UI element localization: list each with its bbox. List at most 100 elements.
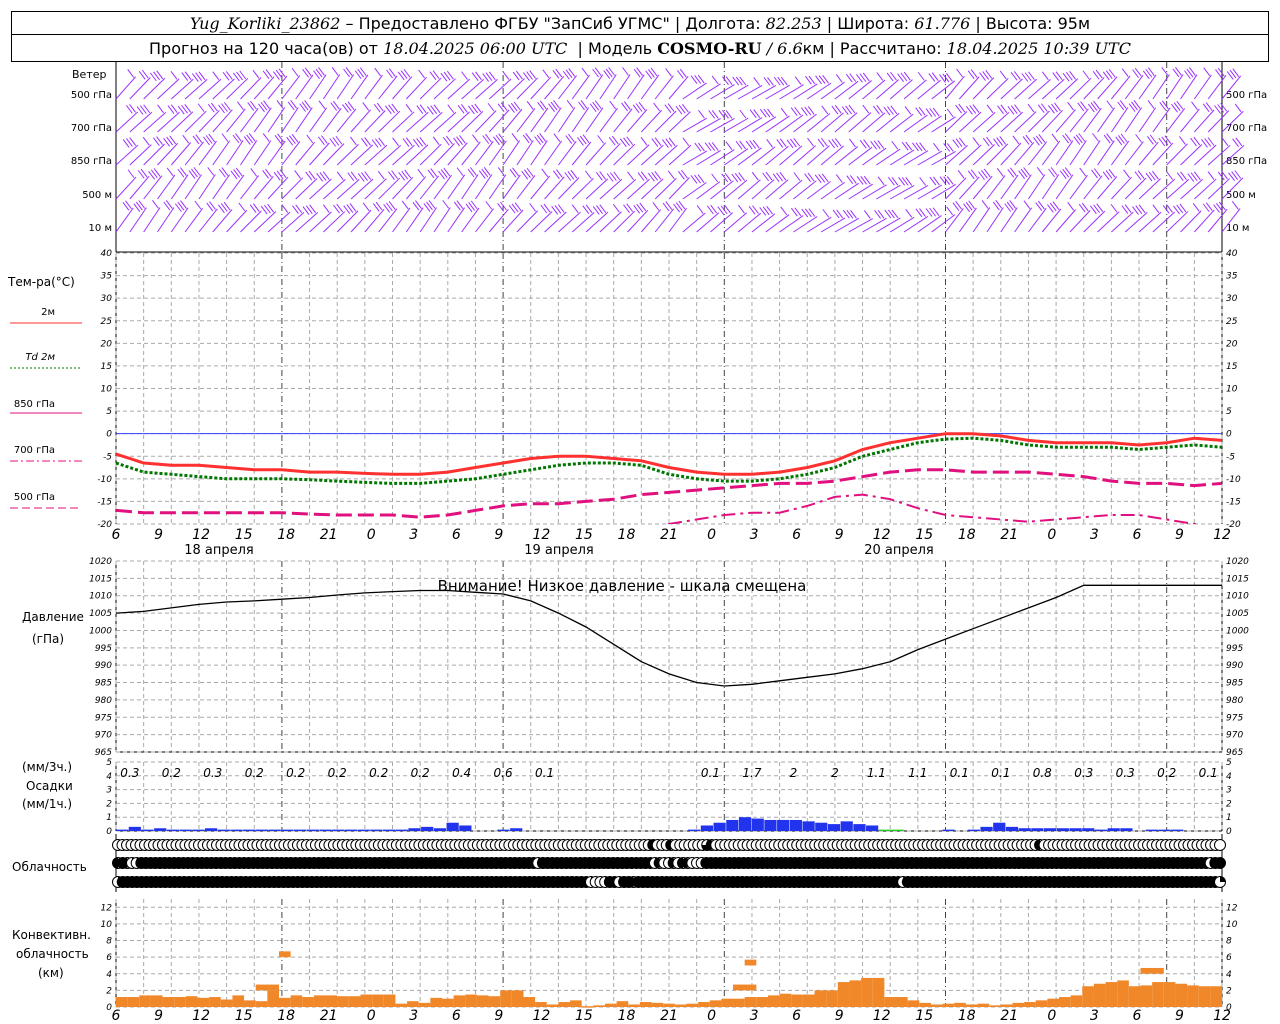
precip-bar: [459, 825, 472, 831]
conv-cloud-bar: [930, 1004, 943, 1007]
wind-barb: [848, 218, 873, 233]
wind-barb: [793, 216, 818, 233]
wind-barb: [793, 83, 818, 100]
precip-bar: [777, 819, 790, 831]
conv-cloud-bar: [546, 1004, 559, 1007]
wind-barb: [876, 79, 900, 100]
wind-barb: [212, 140, 231, 166]
wind-barb-feather: [667, 170, 675, 180]
precip-bar: [1069, 828, 1082, 831]
x-hour-label-bottom: 6: [452, 1008, 461, 1024]
wind-barb-feather: [943, 143, 951, 152]
wind-barb: [806, 216, 832, 233]
wind-barb: [157, 207, 175, 233]
wind-barb-feather: [946, 143, 954, 152]
wind-barb: [1138, 211, 1162, 233]
x-hour-label-temp: 12: [873, 527, 891, 543]
conv-cloud-bar: [686, 1003, 699, 1007]
wind-barb: [641, 144, 664, 166]
pressure-ytick-left: 965: [95, 748, 112, 758]
temp-ytick-right: 0: [1226, 430, 1232, 440]
wind-barb: [461, 110, 484, 133]
conv-cloud-bar: [1117, 980, 1129, 1007]
conv-cloud-bar: [593, 1005, 605, 1007]
precip-bar: [497, 829, 510, 831]
conv-cloud-bar: [1035, 1000, 1048, 1007]
wind-barb: [1166, 211, 1189, 233]
precip-bar: [980, 826, 993, 831]
pressure-ytick-right: 1000: [1226, 626, 1249, 636]
pressure-ytick-right: 1020: [1226, 557, 1249, 567]
wind-barb: [737, 179, 761, 200]
wind-barb: [170, 111, 194, 133]
wind-barb-feather: [1203, 67, 1211, 77]
wind-barb-feather: [456, 167, 464, 176]
wind-barb-feather: [377, 170, 385, 180]
wind-barb-feather: [405, 104, 413, 113]
wind-barb: [751, 85, 777, 100]
wind-barb: [198, 174, 216, 200]
wind-barb: [1166, 74, 1184, 100]
conv-cloud-bar: [476, 995, 489, 1007]
wind-barb: [143, 111, 167, 133]
conv-cloud-bar: [430, 997, 442, 1007]
wind-barb: [1152, 211, 1176, 233]
x-hour-label-bottom: 0: [707, 1008, 716, 1024]
wind-barb-feather: [999, 70, 1007, 80]
wind-barb: [170, 78, 194, 100]
wind-barb: [364, 178, 387, 200]
conv-cloud-bar: [244, 1000, 256, 1007]
temp-ytick-right: 40: [1226, 249, 1238, 259]
wind-barb: [184, 110, 207, 133]
conv-cloud-bar: [185, 996, 198, 1007]
wind-barb: [917, 79, 941, 100]
precip-bar: [802, 821, 815, 831]
wind-barb: [447, 111, 470, 133]
wind-barb: [682, 212, 706, 233]
wind-barb-feather: [996, 168, 1004, 177]
wind-barb: [336, 178, 360, 200]
wind-barb: [323, 211, 346, 233]
conv-cloud-bar: [127, 997, 140, 1007]
x-hour-label-bottom: 12: [873, 1008, 891, 1024]
wind-barb-feather: [1191, 101, 1198, 111]
wind-barb: [696, 212, 720, 233]
wind-barb: [820, 181, 845, 200]
wind-barb: [1014, 111, 1037, 133]
wind-barb: [392, 144, 415, 166]
wind-barb-feather: [877, 210, 885, 219]
conv-cloud-bar: [802, 994, 815, 1007]
precip-ytick-left: 5: [106, 758, 112, 768]
precip-bar: [713, 822, 726, 831]
wind-barb-feather: [392, 137, 399, 147]
wind-barb-feather: [1067, 101, 1074, 111]
pressure-ytick-right: 990: [1226, 661, 1243, 671]
wind-barb: [862, 79, 886, 100]
cloud-symbol-overcast: [1214, 857, 1226, 869]
temp-ytick-left: 0: [106, 430, 112, 440]
temp-ytick-right: 30: [1226, 294, 1238, 304]
precip-ytick-left: 0: [106, 827, 112, 837]
temp-ytick-right: -10: [1226, 475, 1241, 485]
pressure-ytick-right: 975: [1226, 713, 1243, 723]
precip-bar: [967, 829, 980, 831]
conv-ytick-left: 4: [106, 970, 112, 980]
wind-barb-feather: [1027, 103, 1035, 113]
conv-cloud-bar: [209, 997, 221, 1007]
wind-barb-feather: [887, 176, 895, 186]
wind-barb: [488, 140, 507, 166]
wind-level-label-right: 10 м: [1226, 223, 1249, 234]
conv-cloud-bar: [721, 998, 734, 1007]
conv-cloud-bar: [826, 990, 838, 1007]
wind-barb: [170, 207, 189, 233]
wind-barb: [931, 116, 956, 133]
wind-barb: [267, 140, 286, 166]
conv-cloud-bar: [570, 1000, 582, 1007]
conv-cloud-bar: [372, 994, 384, 1007]
wind-barb-feather: [767, 77, 774, 86]
wind-barb-feather: [157, 104, 164, 114]
wind-barb: [972, 207, 991, 233]
conv-cloud-bar: [919, 1002, 931, 1007]
wind-barb: [281, 211, 305, 233]
wind-barb: [1055, 78, 1079, 100]
